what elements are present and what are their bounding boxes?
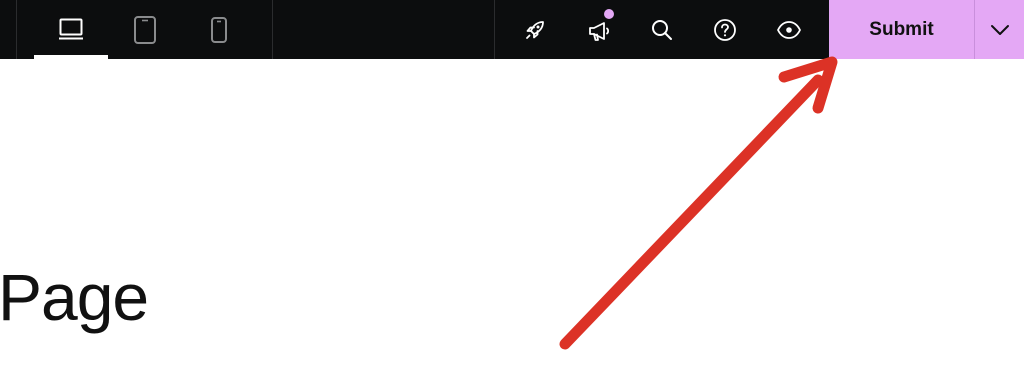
annotation-arrow-icon xyxy=(559,56,838,350)
